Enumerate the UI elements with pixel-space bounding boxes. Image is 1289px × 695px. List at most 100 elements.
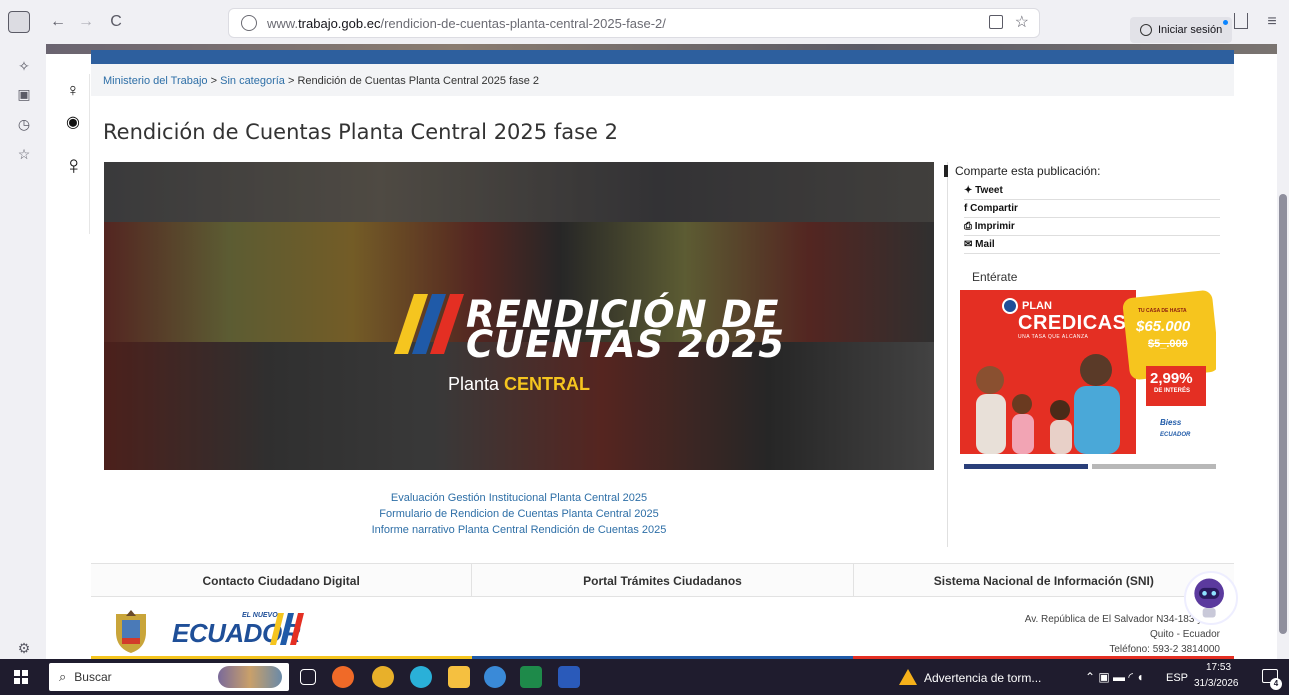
url-domain: trabajo.gob.ec <box>298 15 381 31</box>
back-button[interactable]: ← <box>44 8 72 36</box>
search-icon: ⌕ <box>59 669 67 684</box>
notification-badge: 4 <box>1270 678 1282 690</box>
language-indicator[interactable]: ESP <box>1166 672 1188 684</box>
coat-of-arms-icon <box>116 610 146 653</box>
breadcrumb-home-link[interactable]: Ministerio del Trabajo <box>103 75 208 87</box>
scrollbar-thumb[interactable] <box>1279 194 1287 634</box>
ad-rate-label: DE INTERÉS <box>1154 388 1191 394</box>
firefox-icon[interactable] <box>332 666 354 688</box>
chatbot-button[interactable] <box>1184 571 1238 625</box>
hero-headline-line2: CUENTAS 2025 <box>466 323 785 366</box>
hero-subtitle-a: Planta <box>448 374 505 394</box>
services-bar: Contacto Ciudadano Digital Portal Trámit… <box>91 563 1234 597</box>
menu-button[interactable]: ≡ <box>1258 8 1286 36</box>
settings-icon[interactable]: ⚙ <box>16 640 32 656</box>
signin-label: Iniciar sesión <box>1158 24 1223 36</box>
browser-sidebar: ✧ ▣ ◷ ☆ ⚙ <box>0 44 46 659</box>
browser-toolbar: ← → C www. trabajo.gob.ec/rendicion-de-cu… <box>0 0 1289 44</box>
windows-start-icon[interactable] <box>14 670 28 684</box>
notification-dot <box>1223 20 1229 25</box>
word-icon[interactable] <box>558 666 580 688</box>
weather-text[interactable]: Advertencia de torm... <box>924 671 1041 685</box>
signin-button[interactable]: Iniciar sesión <box>1130 17 1233 43</box>
widget-news-icon[interactable] <box>218 666 282 688</box>
share-mail[interactable]: ✉ Mail <box>964 236 1220 254</box>
excel-icon[interactable] <box>520 666 542 688</box>
hero-headline: RENDICIÓN DE CUENTAS 2025 <box>466 296 785 366</box>
ad-price: $65.000 <box>1136 318 1191 335</box>
twitter-icon: ✦ <box>964 185 976 196</box>
reload-button[interactable]: C <box>102 8 130 36</box>
synced-tabs-icon[interactable]: ▣ <box>16 86 32 102</box>
taskbar-search-placeholder: Buscar <box>74 670 112 684</box>
carousel-dot[interactable] <box>1092 464 1216 469</box>
link-formulario[interactable]: Formulario de Rendicion de Cuentas Plant… <box>104 506 934 522</box>
page-scrollbar[interactable] <box>1277 44 1289 659</box>
task-view-icon[interactable] <box>300 669 316 685</box>
service-sni[interactable]: Sistema Nacional de Información (SNI) <box>854 564 1234 596</box>
url-path: /rendicion-de-cuentas-planta-central-202… <box>380 15 666 31</box>
ecuador-stripes-icon <box>394 294 464 354</box>
history-icon[interactable]: ◷ <box>16 116 32 132</box>
share-tweet[interactable]: ✦ Tweet <box>964 182 1220 200</box>
ad-plan: PLAN <box>1022 300 1052 312</box>
ad-biess-logo: Biess <box>1160 418 1182 427</box>
share-print-label: Imprimir <box>974 221 1015 232</box>
weather-warning-icon[interactable] <box>899 669 917 685</box>
breadcrumb: Ministerio del Trabajo > Sin categoría >… <box>91 64 1234 96</box>
clock-date[interactable]: 31/3/2026 <box>1194 678 1239 689</box>
accessibility-toolbar: ♀ ◉ ♀ <box>54 74 90 234</box>
ad-carousel-indicators <box>964 464 1216 469</box>
chrome-icon[interactable] <box>372 666 394 688</box>
share-mail-label: Mail <box>975 239 995 250</box>
windows-taskbar: ⌕ Buscar Advertencia de torm... ⌃ ▣ ▬ ◜ … <box>0 659 1289 695</box>
mail-icon: ✉ <box>964 239 976 250</box>
service-portal[interactable]: Portal Trámites Ciudadanos <box>472 564 854 596</box>
share-facebook[interactable]: f Compartir <box>964 200 1220 218</box>
breadcrumb-category-link[interactable]: Sin categoría <box>220 75 285 87</box>
breadcrumb-current: Rendición de Cuentas Planta Central 2025… <box>297 75 540 87</box>
bookmarks-icon[interactable]: ☆ <box>16 146 32 162</box>
account-icon <box>1140 24 1152 36</box>
shield-icon <box>241 15 257 31</box>
document-links: Evaluación Gestión Institucional Planta … <box>104 490 934 538</box>
ad-rate: 2,99% <box>1150 370 1193 387</box>
accessibility-large-icon[interactable]: ♀ <box>64 150 84 181</box>
url-prefix: www. <box>267 15 299 31</box>
share-icon[interactable] <box>1234 13 1248 29</box>
edge-icon[interactable] <box>410 666 432 688</box>
file-explorer-icon[interactable] <box>448 666 470 688</box>
footer-phone: Teléfono: 593-2 3814000 <box>1109 644 1220 655</box>
footer-city: Quito - Ecuador <box>1149 629 1220 640</box>
url-bar[interactable]: www. trabajo.gob.ec/rendicion-de-cuentas-… <box>228 8 1040 38</box>
share-facebook-label: Compartir <box>970 203 1018 214</box>
carousel-dot-active[interactable] <box>964 464 1088 469</box>
clock-time[interactable]: 17:53 <box>1206 662 1231 673</box>
share-print[interactable]: ⎙ Imprimir <box>964 218 1220 236</box>
forward-button[interactable]: → <box>72 8 100 36</box>
breadcrumb-separator: > <box>207 75 221 87</box>
ai-chat-icon[interactable]: ✧ <box>16 58 32 74</box>
ad-price-label: TU CASA DE HASTA <box>1138 308 1187 314</box>
share-heading-marker <box>944 165 948 177</box>
robot-icon <box>1194 578 1224 618</box>
ecuador-stripes-footer-icon <box>270 613 304 645</box>
reader-view-icon[interactable] <box>989 15 1003 29</box>
sidebar-toggle-icon[interactable] <box>8 11 30 33</box>
app-icon[interactable] <box>484 666 506 688</box>
page-title: Rendición de Cuentas Planta Central 2025… <box>103 120 618 144</box>
entrate-heading: Entérate <box>972 270 1018 284</box>
link-evaluacion[interactable]: Evaluación Gestión Institucional Planta … <box>104 490 934 506</box>
share-tweet-label: Tweet <box>975 185 1003 196</box>
service-contacto[interactable]: Contacto Ciudadano Digital <box>91 564 473 596</box>
tray-icons[interactable]: ⌃ ▣ ▬ ◜ ◖ <box>1085 670 1144 684</box>
bookmark-star-icon[interactable]: ☆ <box>1015 12 1029 32</box>
family-photo <box>976 354 1120 454</box>
key-icon <box>1002 298 1018 314</box>
credicasa-ad-banner[interactable]: PLAN CREDICASA UNA TASA QUE ALCANZA TU C… <box>960 290 1216 454</box>
link-informe[interactable]: Informe narrativo Planta Central Rendici… <box>104 522 934 538</box>
page-viewport: Ministerio del Trabajo > Sin categoría >… <box>46 44 1277 659</box>
accessibility-person-icon[interactable]: ♀ <box>64 80 82 101</box>
eye-icon[interactable]: ◉ <box>64 112 82 132</box>
breadcrumb-separator: > <box>284 75 298 87</box>
